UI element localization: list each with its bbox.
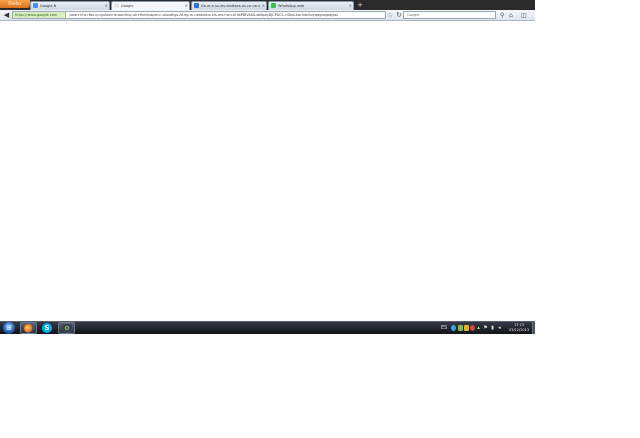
reload-icon[interactable]: ↻ bbox=[396, 11, 402, 20]
close-icon[interactable]: × bbox=[262, 2, 265, 10]
taskbar-utility-button[interactable]: ⚙ bbox=[58, 322, 75, 334]
tray-app-icon[interactable] bbox=[464, 325, 469, 331]
tab-google[interactable]: Google × bbox=[111, 1, 190, 10]
screen: Firefox Google-N × Google × De-er-e-ss-i… bbox=[0, 0, 535, 334]
url-text[interactable]: /search?q=fbs-q=guidshrie-aanthsy-olrcfi… bbox=[69, 12, 383, 18]
tray-app-icon[interactable] bbox=[458, 325, 463, 331]
search-icon[interactable]: ⚲ bbox=[500, 11, 504, 20]
clock-date: 03/12/2013 bbox=[508, 328, 530, 332]
close-icon[interactable]: × bbox=[185, 2, 188, 10]
system-tray: ES ▴ ⚑ ▮ ◂ 17:13 03/12/2013 bbox=[438, 322, 535, 334]
tab-title: Google-N bbox=[40, 4, 57, 8]
star-icon[interactable]: ☆ bbox=[387, 11, 393, 20]
new-tab-button[interactable]: + bbox=[356, 1, 364, 9]
show-hidden-icons-icon[interactable]: ▴ bbox=[476, 325, 481, 331]
whatsapp-favicon-icon bbox=[271, 3, 276, 8]
volume-icon[interactable]: ◂ bbox=[497, 325, 502, 331]
tray-app-icon[interactable] bbox=[470, 325, 475, 331]
page-favicon-icon bbox=[194, 3, 199, 8]
addon-icon[interactable]: ◫ bbox=[521, 11, 527, 20]
navigation-bar: ◀ https://www.google.com /search?q=fbs-q… bbox=[0, 10, 535, 21]
tab-title: Google bbox=[121, 4, 134, 8]
show-desktop-button[interactable] bbox=[532, 322, 535, 334]
skype-icon: S bbox=[42, 323, 52, 333]
taskbar-skype-button[interactable]: S bbox=[39, 322, 56, 334]
site-identity-button[interactable]: https://www.google.com bbox=[13, 12, 66, 18]
clock[interactable]: 17:13 03/12/2013 bbox=[506, 323, 532, 334]
address-bar[interactable]: https://www.google.com /search?q=fbs-q=g… bbox=[12, 11, 386, 19]
page-content bbox=[0, 21, 535, 321]
taskbar-firefox-button[interactable] bbox=[20, 322, 37, 334]
home-icon[interactable]: ⌂ bbox=[509, 11, 513, 20]
back-arrow-icon[interactable]: ◀ bbox=[2, 11, 11, 20]
tab-title: De-er-e-ss-ies-dadkoss-os-co-ne-ies bbox=[201, 4, 260, 8]
tray-app-icon[interactable] bbox=[451, 325, 456, 331]
gear-icon: ⚙ bbox=[62, 324, 72, 333]
tab-whatsapp[interactable]: WhatsApp web × bbox=[268, 1, 354, 10]
start-button[interactable]: ⊞ bbox=[1, 322, 17, 334]
google-favicon-icon bbox=[33, 3, 38, 8]
page-favicon-icon bbox=[114, 3, 119, 8]
network-icon[interactable]: ▮ bbox=[490, 325, 495, 331]
tab-strip: Firefox Google-N × Google × De-er-e-ss-i… bbox=[0, 0, 535, 10]
firefox-menu-button[interactable]: Firefox bbox=[0, 0, 30, 8]
firefox-icon bbox=[24, 324, 33, 333]
tab-google-n[interactable]: Google-N × bbox=[30, 1, 110, 10]
windows-logo-icon: ⊞ bbox=[6, 324, 12, 332]
tab-title: WhatsApp web bbox=[278, 4, 305, 8]
taskbar: ⊞ S ⚙ ES ▴ ⚑ ▮ ◂ 17:13 03/12/2013 bbox=[0, 321, 535, 334]
search-input[interactable]: Google bbox=[403, 11, 496, 19]
language-indicator[interactable]: ES bbox=[441, 325, 447, 331]
tab-page[interactable]: De-er-e-ss-ies-dadkoss-os-co-ne-ies × bbox=[191, 1, 267, 10]
close-icon[interactable]: × bbox=[105, 2, 108, 10]
action-center-flag-icon[interactable]: ⚑ bbox=[483, 325, 488, 331]
close-icon[interactable]: × bbox=[349, 2, 352, 10]
search-engine-label: Google bbox=[407, 13, 420, 17]
